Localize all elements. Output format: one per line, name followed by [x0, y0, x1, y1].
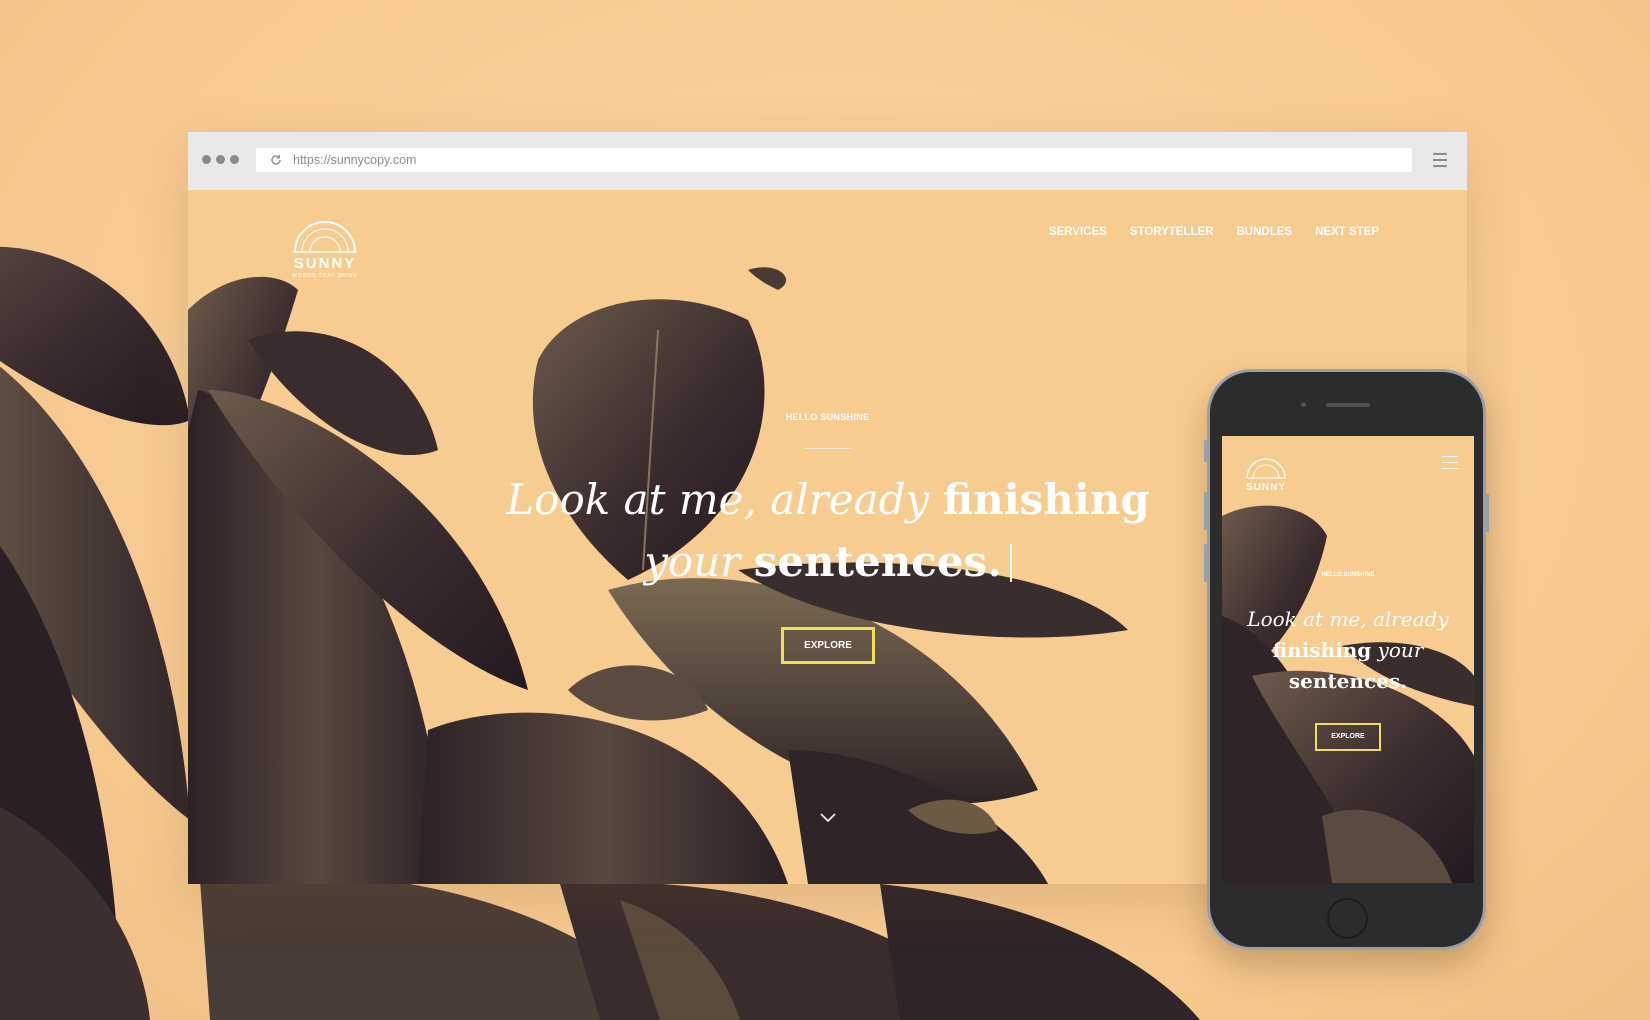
logo-name: SUNNY [293, 255, 357, 272]
headline-italic-1: Look at me, already [506, 475, 930, 524]
url-bar[interactable]: https://sunnycopy.com [256, 148, 1412, 172]
typing-cursor [1009, 544, 1012, 582]
hamburger-menu-icon[interactable] [1433, 153, 1447, 167]
phone-camera [1301, 402, 1306, 407]
mobile-headline-bold-2: sentences. [1288, 669, 1408, 693]
mobile-hero-headline: Look at me, already finishing your sente… [1238, 604, 1458, 697]
main-nav: SERVICES STORYTELLER BUNDLES NEXT STEP [1049, 226, 1379, 238]
sun-arch-icon [1246, 458, 1286, 479]
reload-icon[interactable] [270, 154, 282, 166]
hero-headline: Look at me, already finishing your sente… [428, 469, 1228, 593]
site-logo[interactable]: SUNNY WORDS THAT SHINE [284, 220, 366, 279]
mobile-viewport: SUNNY HELLO SUNSHINE Look at me, already… [1222, 436, 1474, 883]
nav-bundles[interactable]: BUNDLES [1237, 226, 1293, 238]
chevron-down-icon[interactable] [819, 812, 837, 824]
hamburger-menu-icon[interactable] [1442, 456, 1458, 472]
phone-side-button [1204, 440, 1207, 462]
sun-arch-icon [293, 221, 357, 253]
headline-bold-1: finishing [942, 475, 1150, 524]
explore-button[interactable]: EXPLORE [781, 627, 875, 664]
headline-italic-2: your [644, 537, 741, 586]
logo-tagline: WORDS THAT SHINE [292, 273, 358, 279]
phone-home-button[interactable] [1327, 898, 1368, 939]
headline-bold-2: sentences. [753, 537, 1002, 586]
mobile-headline-italic-2: your [1377, 638, 1424, 662]
nav-next-step[interactable]: NEXT STEP [1315, 226, 1379, 238]
mobile-logo[interactable]: SUNNY [1241, 458, 1291, 493]
phone-power-button [1486, 494, 1489, 532]
url-text[interactable]: https://sunnycopy.com [293, 153, 416, 167]
phone-speaker [1326, 403, 1370, 407]
mobile-explore-button[interactable]: EXPLORE [1315, 723, 1381, 751]
window-dots-icon [202, 155, 239, 164]
nav-storyteller[interactable]: STORYTELLER [1130, 226, 1214, 238]
mobile-hero-eyebrow: HELLO SUNSHINE [1321, 572, 1375, 578]
phone-mockup: SUNNY HELLO SUNSHINE Look at me, already… [1207, 369, 1486, 950]
phone-volume-up-button [1204, 492, 1207, 530]
mobile-logo-name: SUNNY [1245, 482, 1286, 493]
eyebrow-divider [805, 448, 851, 449]
mobile-headline-italic-1: Look at me, already [1247, 607, 1449, 631]
browser-toolbar: https://sunnycopy.com [188, 132, 1467, 190]
mobile-headline-bold-1: finishing [1272, 638, 1372, 662]
nav-services[interactable]: SERVICES [1049, 226, 1107, 238]
phone-volume-down-button [1204, 544, 1207, 582]
